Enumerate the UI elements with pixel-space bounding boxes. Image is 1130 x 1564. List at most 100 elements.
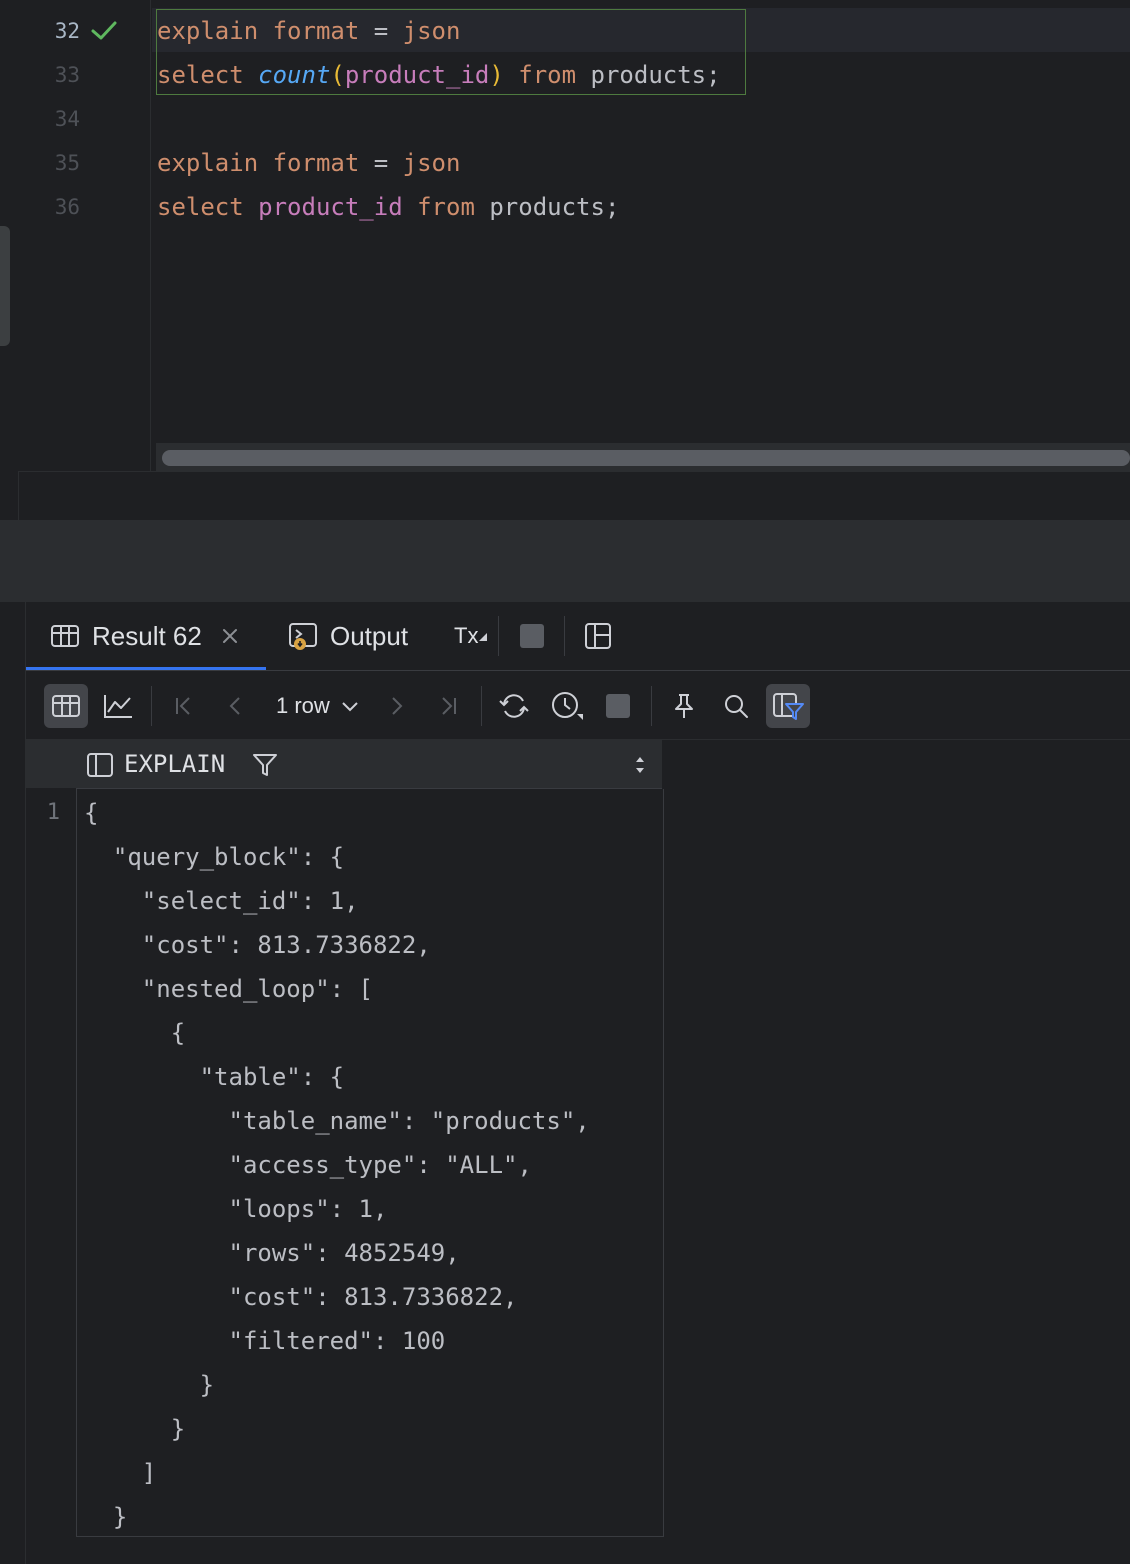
last-page-button[interactable] xyxy=(426,684,470,728)
code-token: = xyxy=(359,149,403,177)
next-page-button[interactable] xyxy=(374,684,418,728)
code-token: count xyxy=(258,61,331,89)
code-token: ) xyxy=(489,61,504,89)
horizontal-scroll-thumb[interactable] xyxy=(162,450,1130,466)
editor-divider xyxy=(18,471,1130,472)
stop-icon[interactable] xyxy=(520,624,544,648)
check-icon xyxy=(91,21,117,40)
line-number: 35 xyxy=(54,151,80,175)
json-line: "access_type": "ALL", xyxy=(84,1151,532,1179)
transaction-mode-button[interactable]: Tx xyxy=(454,602,488,670)
json-line: "cost": 813.7336822, xyxy=(84,931,431,959)
code-line[interactable]: explain format = json xyxy=(157,9,460,53)
tab-output[interactable]: Output xyxy=(288,602,408,670)
table-view-button[interactable] xyxy=(44,684,88,728)
code-token: json xyxy=(402,149,461,177)
search-button[interactable] xyxy=(714,684,758,728)
results-side-strip xyxy=(0,602,26,1564)
row-count-dropdown[interactable]: 1 row xyxy=(276,684,360,728)
first-page-icon xyxy=(176,697,190,715)
table-icon xyxy=(51,625,79,647)
clock-icon xyxy=(552,692,583,720)
side-scroll-thumb[interactable] xyxy=(0,226,10,346)
tx-label: Tx xyxy=(454,623,479,648)
grid-corner xyxy=(26,740,77,788)
code-token: explain xyxy=(157,17,273,45)
stop-icon[interactable] xyxy=(606,694,630,718)
code-token: = xyxy=(359,17,403,45)
code-token: product_id xyxy=(344,61,490,89)
line-number: 32 xyxy=(54,19,80,43)
code-token: select xyxy=(157,193,259,221)
panel-splitter[interactable] xyxy=(0,520,1130,603)
code-token: json xyxy=(402,17,461,45)
json-line: "query_block": { xyxy=(84,843,345,871)
filter-panel-toggle[interactable] xyxy=(766,684,810,728)
tab-output-label: Output xyxy=(330,620,409,651)
json-line: { xyxy=(84,1019,186,1047)
code-token: format xyxy=(272,149,360,177)
line-number: 34 xyxy=(54,107,80,131)
table-icon xyxy=(52,695,80,717)
line-chart-icon xyxy=(104,695,132,718)
dropdown-corner-icon xyxy=(479,633,488,641)
close-icon[interactable] xyxy=(220,626,240,646)
refresh-icon xyxy=(499,694,529,718)
line-number: 33 xyxy=(54,63,80,87)
code-token: explain xyxy=(157,149,273,177)
json-line: } xyxy=(84,1503,128,1531)
json-line: "table_name": "products", xyxy=(84,1107,590,1135)
chart-view-button[interactable] xyxy=(96,684,140,728)
search-icon xyxy=(725,695,748,718)
pin-tab-button[interactable] xyxy=(662,684,706,728)
chevron-left-icon xyxy=(229,697,240,715)
json-line: "loops": 1, xyxy=(84,1195,388,1223)
json-line: "rows": 4852549, xyxy=(84,1239,460,1267)
code-token: from xyxy=(503,61,591,89)
json-line: ] xyxy=(84,1459,157,1487)
json-line: "filtered": 100 xyxy=(84,1327,446,1355)
first-page-button[interactable] xyxy=(162,684,206,728)
refresh-button[interactable] xyxy=(492,684,536,728)
tab-result-label: Result 62 xyxy=(92,620,202,651)
tab-result[interactable]: Result 62 xyxy=(50,602,240,670)
toolbar-separator xyxy=(564,616,565,656)
json-line: "table": { xyxy=(84,1063,345,1091)
code-line[interactable]: select count(product_id) from products; xyxy=(157,53,721,97)
chevron-down-icon xyxy=(342,702,358,712)
toolbar-separator xyxy=(651,686,652,726)
toolbar-separator xyxy=(498,616,499,656)
auto-refresh-button[interactable] xyxy=(545,684,589,728)
code-token: select xyxy=(157,61,259,89)
json-line: "select_id": 1, xyxy=(84,887,359,915)
json-line: "nested_loop": [ xyxy=(84,975,373,1003)
json-line: } xyxy=(84,1415,186,1443)
row-number-gutter xyxy=(26,789,76,1536)
last-page-icon xyxy=(442,697,456,715)
json-line: { xyxy=(84,799,99,827)
output-console-icon xyxy=(289,623,317,650)
code-line[interactable]: explain format = json xyxy=(157,141,460,185)
code-token: from xyxy=(402,193,490,221)
filter-table-icon xyxy=(773,693,804,720)
previous-page-button[interactable] xyxy=(214,684,258,728)
code-token: products; xyxy=(489,193,620,221)
row-count-label: 1 row xyxy=(276,693,330,718)
active-tab-indicator xyxy=(26,667,266,670)
pin-icon xyxy=(675,694,693,718)
row-number: 1 xyxy=(46,800,60,825)
chevron-right-icon xyxy=(392,697,403,715)
column-panel-icon[interactable] xyxy=(86,752,114,778)
layout-icon[interactable] xyxy=(584,622,612,650)
filter-icon[interactable] xyxy=(252,752,278,778)
sort-icon[interactable] xyxy=(632,754,648,776)
line-number: 36 xyxy=(54,195,80,219)
code-token: ( xyxy=(330,61,345,89)
json-line: "cost": 813.7336822, xyxy=(84,1283,518,1311)
json-line: } xyxy=(84,1371,215,1399)
toolbar-separator xyxy=(151,686,152,726)
code-token: format xyxy=(272,17,360,45)
code-line[interactable]: select product_id from products; xyxy=(157,185,619,229)
column-header-label: EXPLAIN xyxy=(124,750,226,778)
toolbar-separator xyxy=(481,686,482,726)
